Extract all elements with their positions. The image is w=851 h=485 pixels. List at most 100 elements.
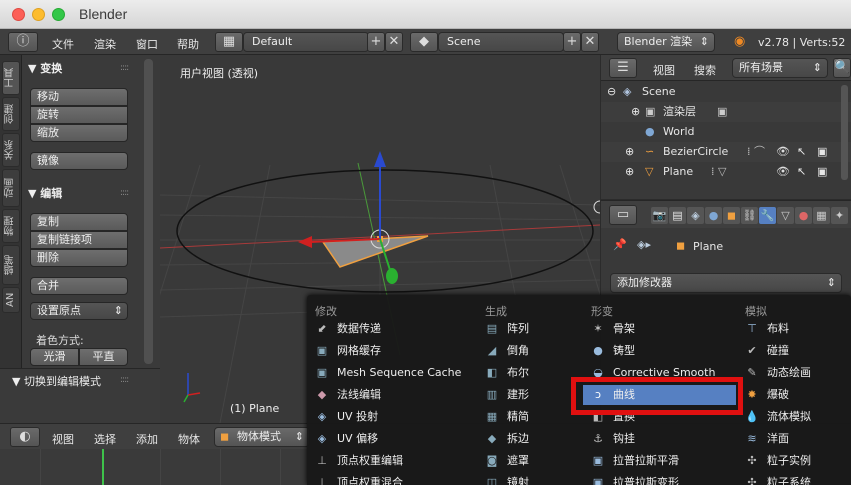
modifier-uv-warp[interactable]: ◈ UV 偏移 (315, 429, 475, 449)
info-editor-type-button[interactable]: ⓘ (8, 32, 38, 52)
render-tab-icon[interactable]: 📷 (651, 207, 668, 224)
data-tab-icon[interactable]: ▽ (777, 207, 794, 224)
menu-help[interactable]: 帮助 (177, 36, 199, 52)
modifier-decimate[interactable]: ▦ 精简 (485, 407, 575, 427)
menu-add[interactable]: 添加 (136, 431, 158, 447)
panel-grip-icon[interactable]: :::: (120, 188, 129, 198)
modifier-array[interactable]: ▤ 阵列 (485, 319, 575, 339)
menu-window[interactable]: 窗口 (136, 36, 158, 52)
outliner-row-bezier-circle[interactable]: ⊕ ∽ BezierCircle ⁞ ⌒ 👁 ↖ ▣ (601, 142, 851, 162)
scene-field[interactable]: Scene (438, 32, 564, 52)
add-layout-icon[interactable]: + (367, 32, 385, 52)
tool-shelf-scrollbar[interactable] (144, 59, 153, 364)
outliner-row-world[interactable]: ● World (601, 122, 851, 142)
modifier-mesh-cache[interactable]: ▣ 网格缓存 (315, 341, 475, 361)
world-tab-icon[interactable]: ● (705, 207, 722, 224)
y-manipulator-arrow[interactable] (386, 268, 398, 284)
remove-scene-icon[interactable]: ✕ (581, 32, 599, 52)
maximize-window-button[interactable] (52, 8, 65, 21)
modifier-hook[interactable]: ⚓ 钩挂 (591, 429, 736, 449)
render-layers-tab-icon[interactable]: ▤ (669, 207, 686, 224)
collapse-icon[interactable]: ⊖ (607, 82, 616, 102)
outliner-editor-type-icon[interactable]: ☰ (609, 58, 637, 78)
constraints-tab-icon[interactable]: ⛓ (741, 207, 758, 224)
modifier-build[interactable]: ▥ 建形 (485, 385, 575, 405)
curve-data-icon[interactable]: ⁞ ⌒ (747, 142, 765, 162)
rotate-button[interactable]: 旋转 (30, 106, 128, 124)
add-modifier-select[interactable]: 添加修改器 ⇕ (610, 273, 842, 293)
modifier-particle-system[interactable]: ✣ 粒子系统 (745, 473, 845, 485)
modifier-collision[interactable]: ✔ 碰撞 (745, 341, 845, 361)
edit-panel-title[interactable]: ▼ 编辑 (28, 185, 62, 201)
scale-button[interactable]: 缩放 (30, 124, 128, 142)
modifier-vertex-weight-mix[interactable]: ⊥ 顶点权重混合 (315, 473, 475, 485)
modifier-data-transfer[interactable]: ⬋ 数据传递 (315, 319, 475, 339)
modifier-dynamic-paint[interactable]: ✎ 动态绘画 (745, 363, 845, 383)
panel-grip-icon[interactable]: :::: (120, 63, 129, 73)
menu-select[interactable]: 选择 (94, 431, 116, 447)
set-origin-select[interactable]: 设置原点 ⇕ (30, 302, 128, 320)
menu-render[interactable]: 渲染 (94, 36, 116, 52)
modifiers-tab-icon[interactable]: 🔧 (759, 207, 776, 224)
outliner-row-plane[interactable]: ⊕ ▽ Plane ⁞ ▽ 👁 ↖ ▣ (601, 162, 851, 182)
modifier-boolean[interactable]: ◧ 布尔 (485, 363, 575, 383)
add-scene-icon[interactable]: + (563, 32, 581, 52)
z-manipulator-arrow[interactable] (374, 151, 386, 167)
light-object-icon[interactable] (593, 200, 600, 214)
tab-create[interactable]: 创建 (2, 97, 20, 131)
outliner-scrollbar[interactable] (841, 85, 848, 180)
modifier-bevel[interactable]: ◢ 倒角 (485, 341, 575, 361)
outliner-search-menu[interactable]: 搜索 (694, 62, 716, 78)
move-button[interactable]: 移动 (30, 88, 128, 106)
modifier-armature[interactable]: ✶ 骨架 (591, 319, 736, 339)
expand-icon[interactable]: ⊕ (631, 102, 640, 122)
material-tab-icon[interactable]: ● (795, 207, 812, 224)
layout-field[interactable]: Default (243, 32, 369, 52)
visibility-eye-icon[interactable]: 👁 (776, 142, 790, 162)
mode-select[interactable]: ◼ 物体模式 ⇕ (214, 427, 310, 447)
minimize-window-button[interactable] (32, 8, 45, 21)
x-manipulator-arrow[interactable] (298, 236, 312, 248)
outliner-view-menu[interactable]: 视图 (653, 62, 675, 78)
modifier-normal-edit[interactable]: ◆ 法线编辑 (315, 385, 475, 405)
tab-animation[interactable]: 动画 (2, 169, 20, 207)
tab-grease-pencil[interactable]: 蜡笔 (2, 245, 20, 285)
outliner-filter-select[interactable]: 所有场景 ⇕ (732, 58, 828, 78)
modifier-edge-split[interactable]: ◆ 拆边 (485, 429, 575, 449)
modifier-laplacian-smooth[interactable]: ▣ 拉普拉斯平滑 (591, 451, 736, 471)
selectable-arrow-icon[interactable]: ↖ (797, 162, 806, 182)
search-icon[interactable]: 🔍 (833, 58, 851, 78)
tab-tools[interactable]: 工具 (2, 61, 20, 95)
scene-tab-icon[interactable]: ◈ (687, 207, 704, 224)
tab-relations[interactable]: 关系 (2, 133, 20, 167)
modifier-fluid-simulation[interactable]: 💧 流体模拟 (745, 407, 845, 427)
object-tab-icon[interactable]: ◼ (723, 207, 740, 224)
expand-icon[interactable]: ⊕ (625, 142, 634, 162)
selectable-arrow-icon[interactable]: ↖ (797, 142, 806, 162)
close-window-button[interactable] (12, 8, 25, 21)
particles-tab-icon[interactable]: ✦ (831, 207, 848, 224)
scene-selector-icon[interactable]: ◆ (410, 32, 438, 52)
menu-file[interactable]: 文件 (52, 36, 74, 52)
outliner-row-scene[interactable]: ⊖ ◈ Scene (601, 82, 851, 102)
render-camera-icon[interactable]: ▣ (817, 162, 827, 182)
render-engine-select[interactable]: Blender 渲染 ⇕ (617, 32, 715, 52)
remove-layout-icon[interactable]: ✕ (385, 32, 403, 52)
viewport-editor-type-icon[interactable]: ◐ (10, 427, 40, 447)
modifier-mirror[interactable]: ◫ 镜射 (485, 473, 575, 485)
pin-icon[interactable]: 📌 (613, 238, 627, 251)
current-frame-marker[interactable] (102, 449, 104, 485)
mesh-data-icon[interactable]: ⁞ ▽ (711, 162, 726, 182)
expand-icon[interactable]: ⊕ (625, 162, 634, 182)
modifier-particle-instance[interactable]: ✣ 粒子实例 (745, 451, 845, 471)
toggle-edit-mode-title[interactable]: ▼ 切换到编辑模式 (12, 373, 101, 389)
tab-physics[interactable]: 物理 (2, 209, 20, 243)
modifier-uv-project[interactable]: ◈ UV 投射 (315, 407, 475, 427)
texture-tab-icon[interactable]: ▦ (813, 207, 830, 224)
render-layer-icon[interactable]: ▣ (717, 102, 727, 122)
outliner-row-render-layers[interactable]: ⊕ ▣ 渲染层 ▣ (601, 102, 851, 122)
modifier-vertex-weight-edit[interactable]: ⊥ 顶点权重编辑 (315, 451, 475, 471)
modifier-ocean[interactable]: ≋ 洋面 (745, 429, 845, 449)
modifier-laplacian-deform[interactable]: ▣ 拉普拉斯变形 (591, 473, 736, 485)
panel-grip-icon[interactable]: :::: (120, 375, 129, 385)
